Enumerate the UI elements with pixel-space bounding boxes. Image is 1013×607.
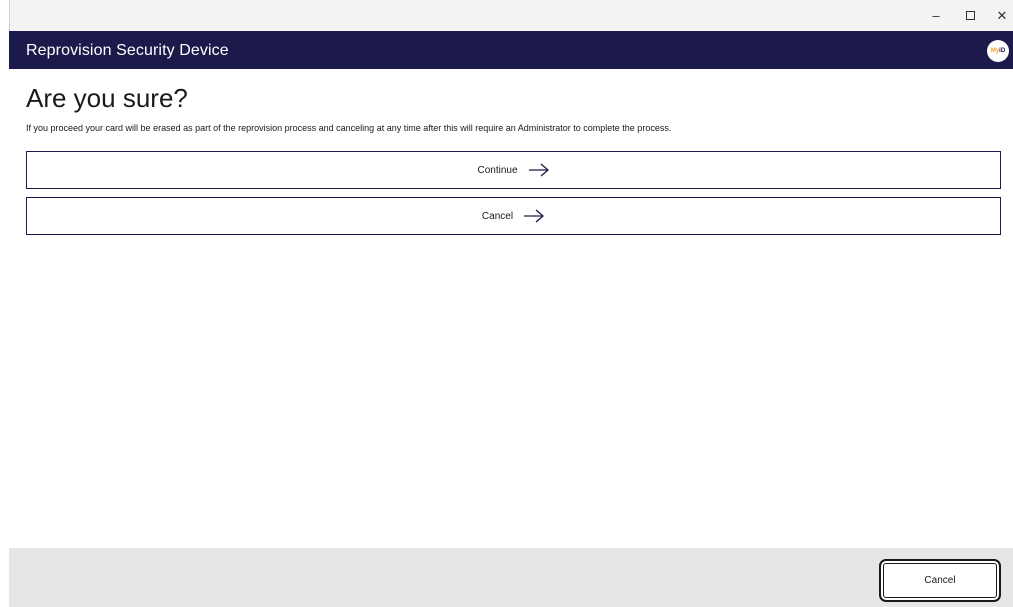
continue-label: Continue (477, 164, 518, 176)
app-header: Reprovision Security Device My iD (9, 31, 1013, 69)
main-content: Are you sure? If you proceed your card w… (9, 69, 1013, 548)
close-button[interactable]: ✕ (985, 0, 1013, 31)
maximize-button[interactable] (953, 0, 987, 31)
minimize-icon: – (932, 8, 940, 23)
warning-description: If you proceed your card will be erased … (26, 123, 672, 133)
confirmation-heading: Are you sure? (26, 83, 188, 113)
window-titlebar: – ✕ (9, 0, 1013, 31)
cancel-button[interactable]: Cancel (879, 559, 1001, 602)
continue-button[interactable]: Continue (26, 151, 1001, 189)
close-icon: ✕ (996, 7, 1008, 23)
minimize-button[interactable]: – (919, 0, 953, 31)
page-title: Reprovision Security Device (26, 42, 229, 59)
myid-logo: My iD (987, 40, 1009, 62)
arrow-right-icon (528, 163, 549, 177)
maximize-icon (965, 11, 975, 20)
footer-bar: Cancel (9, 548, 1013, 607)
arrow-right-icon (524, 209, 545, 223)
cancel-option-label: Cancel (481, 210, 514, 222)
cancel-option-button[interactable]: Cancel (26, 197, 1001, 235)
